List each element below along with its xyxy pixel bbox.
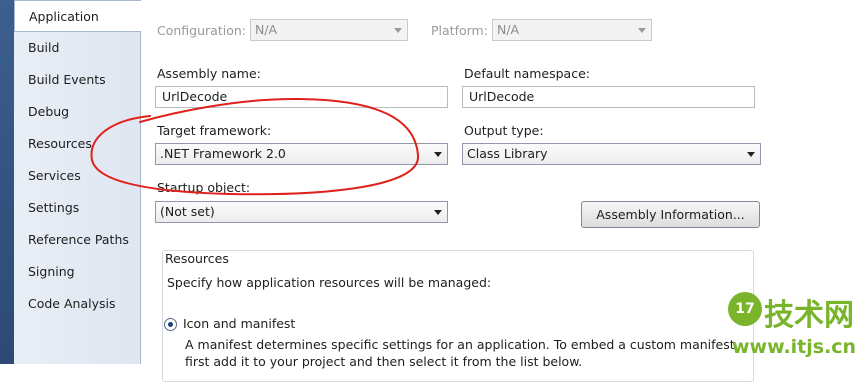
output-type-label: Output type:	[464, 123, 544, 138]
tab-label: Build	[28, 40, 60, 55]
icon-manifest-radio[interactable]	[164, 318, 177, 331]
tab-label: Signing	[28, 264, 75, 279]
default-namespace-input[interactable]: UrlDecode	[462, 86, 755, 108]
startup-object-value: (Not set)	[160, 204, 215, 219]
tab-label: Debug	[28, 104, 70, 119]
tab-label: Settings	[28, 200, 80, 215]
configuration-label: Configuration:	[157, 23, 246, 38]
tab-debug[interactable]: Debug	[14, 96, 140, 128]
chevron-down-icon	[434, 210, 442, 215]
startup-object-select[interactable]: (Not set)	[155, 201, 448, 223]
target-framework-select[interactable]: .NET Framework 2.0	[155, 143, 448, 165]
tab-label: Reference Paths	[28, 232, 129, 247]
platform-label: Platform:	[431, 23, 488, 38]
chevron-down-icon	[638, 28, 646, 33]
tab-code-analysis[interactable]: Code Analysis	[14, 288, 140, 320]
tab-resources[interactable]: Resources	[14, 128, 140, 160]
tab-label: Code Analysis	[28, 296, 116, 311]
tab-reference-paths[interactable]: Reference Paths	[14, 224, 140, 256]
platform-value: N/A	[497, 22, 520, 37]
platform-select[interactable]: N/A	[492, 19, 652, 41]
assembly-name-label: Assembly name:	[157, 66, 261, 81]
site-watermark: 17 技术网 www.itjs.cn	[728, 288, 868, 364]
resources-group-title: Resources	[163, 251, 231, 266]
startup-object-label: Startup object:	[157, 180, 251, 195]
property-tabs: Application Build Build Events Debug Res…	[14, 0, 141, 364]
configuration-value: N/A	[255, 22, 278, 37]
tab-settings[interactable]: Settings	[14, 192, 140, 224]
configuration-select[interactable]: N/A	[250, 19, 408, 41]
target-framework-value: .NET Framework 2.0	[160, 146, 286, 161]
tab-build-events[interactable]: Build Events	[14, 64, 140, 96]
assembly-information-button[interactable]: Assembly Information...	[581, 201, 760, 228]
chevron-down-icon	[747, 152, 755, 157]
tab-label: Resources	[28, 136, 92, 151]
target-framework-label: Target framework:	[157, 123, 272, 138]
tab-services[interactable]: Services	[14, 160, 140, 192]
assembly-name-input[interactable]: UrlDecode	[155, 86, 448, 108]
resources-description: Specify how application resources will b…	[167, 275, 492, 290]
chevron-down-icon	[394, 28, 402, 33]
output-type-value: Class Library	[467, 146, 548, 161]
tab-application[interactable]: Application	[14, 0, 141, 32]
tab-signing[interactable]: Signing	[14, 256, 140, 288]
tab-label: Services	[28, 168, 81, 183]
default-namespace-label: Default namespace:	[464, 66, 590, 81]
tab-label: Application	[29, 9, 99, 24]
icon-manifest-label[interactable]: Icon and manifest	[183, 316, 295, 331]
watermark-badge: 17	[728, 292, 762, 326]
watermark-name: 技术网	[764, 298, 854, 333]
chevron-down-icon	[434, 152, 442, 157]
output-type-select[interactable]: Class Library	[462, 143, 761, 165]
tab-build[interactable]: Build	[14, 32, 140, 64]
tab-label: Build Events	[28, 72, 106, 87]
manifest-description: A manifest determines specific settings …	[185, 337, 739, 369]
window-edge	[0, 0, 14, 364]
watermark-url: www.itjs.cn	[732, 336, 857, 358]
